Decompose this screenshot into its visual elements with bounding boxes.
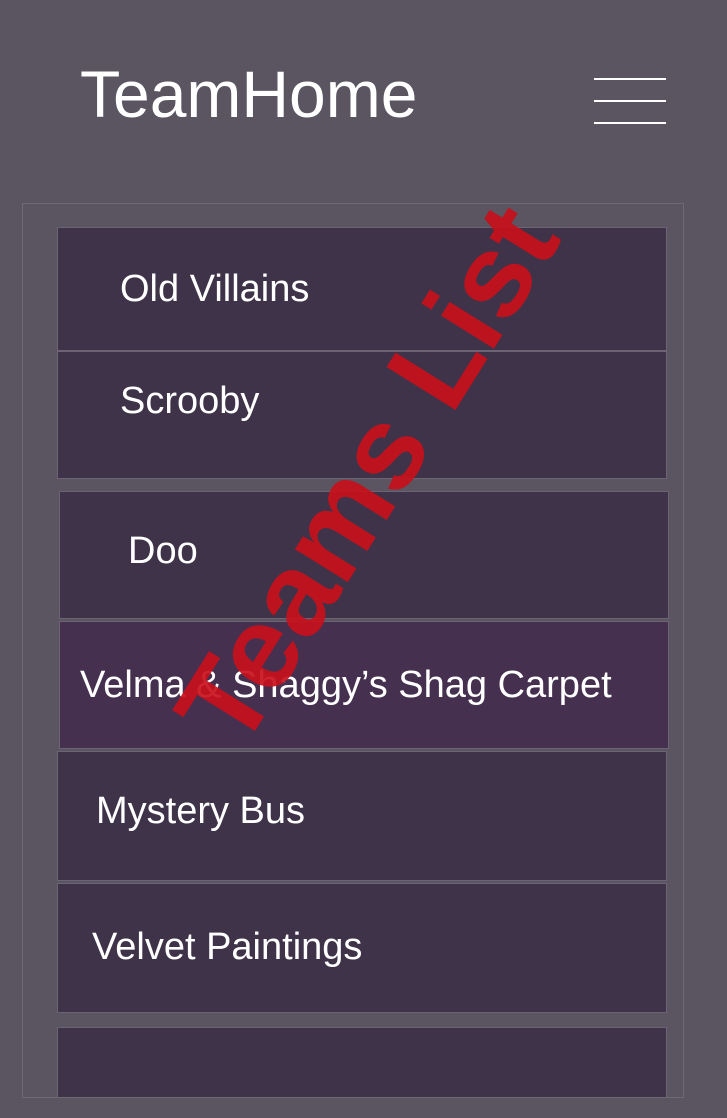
team-name: Velvet Paintings <box>92 926 363 968</box>
teams-list[interactable]: Old Villains Scrooby Doo Velma & Shaggy’… <box>22 203 684 1098</box>
team-name: Doo <box>128 530 198 572</box>
team-item-velvet-paintings[interactable]: Velvet Paintings <box>57 883 667 1013</box>
team-item-doo[interactable]: Doo <box>59 491 669 619</box>
app-title: TeamHome <box>80 57 418 131</box>
team-item-partial[interactable] <box>57 1027 667 1097</box>
team-name: Scrooby <box>120 380 260 422</box>
team-name: Mystery Bus <box>96 790 306 832</box>
menu-button[interactable] <box>592 74 668 130</box>
team-name: Velma & Shaggy’s Shag Carpet <box>80 663 612 706</box>
team-item-velma-shaggy[interactable]: Velma & Shaggy’s Shag Carpet <box>59 621 669 749</box>
team-item-scrooby[interactable]: Scrooby <box>57 351 667 479</box>
team-name: Old Villains <box>120 267 310 310</box>
team-item-old-villains[interactable]: Old Villains <box>57 227 667 351</box>
team-item-mystery-bus[interactable]: Mystery Bus <box>57 751 667 881</box>
